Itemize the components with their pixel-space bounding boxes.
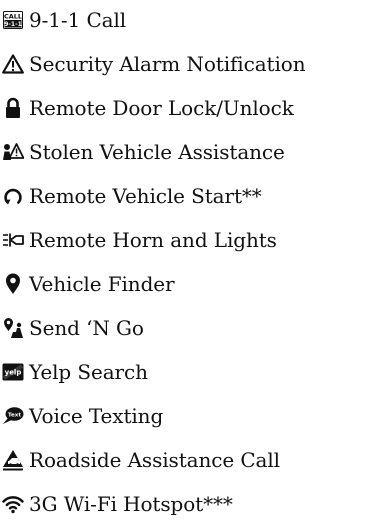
feature-label: Roadside Assistance Call [29,448,280,472]
feature-item-security-alarm: Security Alarm Notification [0,47,378,81]
feature-label: Stolen Vehicle Assistance [29,140,285,164]
send-n-go-icon [2,317,24,339]
feature-label: Vehicle Finder [29,272,175,296]
feature-label: Remote Vehicle Start** [29,184,262,208]
feature-item-remote-start: Remote Vehicle Start** [0,179,378,213]
feature-label: Security Alarm Notification [29,52,306,76]
call-icon-top-text: CALL [4,12,22,20]
remote-start-icon [2,185,24,207]
feature-item-horn-lights: Remote Horn and Lights [0,223,378,257]
feature-item-send-n-go: Send ‘N Go [0,311,378,345]
feature-item-roadside-assistance: Roadside Assistance Call [0,443,378,477]
feature-label: Yelp Search [29,360,148,384]
yelp-icon-text: yelp [5,369,22,377]
feature-label: Voice Texting [29,404,164,428]
text-bubble-icon: Text [2,405,24,427]
feature-item-voice-texting: Text Voice Texting [0,399,378,433]
call-icon-bottom-text: 9-1-1 [4,21,22,28]
feature-item-stolen-vehicle: Stolen Vehicle Assistance [0,135,378,169]
map-pin-icon [2,273,24,295]
wifi-icon [2,493,24,515]
roadside-assistance-icon [2,449,24,471]
warning-triangle-icon [2,53,24,75]
text-icon-text: Text [8,412,21,418]
feature-label: 9-1-1 Call [29,8,127,32]
stolen-vehicle-icon [2,141,24,163]
feature-label: Send ‘N Go [29,316,144,340]
feature-item-vehicle-finder: Vehicle Finder [0,267,378,301]
padlock-icon [2,97,24,119]
horn-lights-icon [2,229,24,251]
feature-item-yelp-search: yelp Yelp Search [0,355,378,389]
feature-item-911-call: CALL 9-1-1 9-1-1 Call [0,3,378,37]
feature-label: 3G Wi-Fi Hotspot*** [29,492,233,516]
yelp-icon: yelp [2,361,24,383]
feature-label: Remote Door Lock/Unlock [29,96,294,120]
feature-label: Remote Horn and Lights [29,228,277,252]
feature-item-wifi-hotspot: 3G Wi-Fi Hotspot*** [0,487,378,521]
call-911-icon: CALL 9-1-1 [2,9,24,31]
feature-item-remote-door-lock: Remote Door Lock/Unlock [0,91,378,125]
